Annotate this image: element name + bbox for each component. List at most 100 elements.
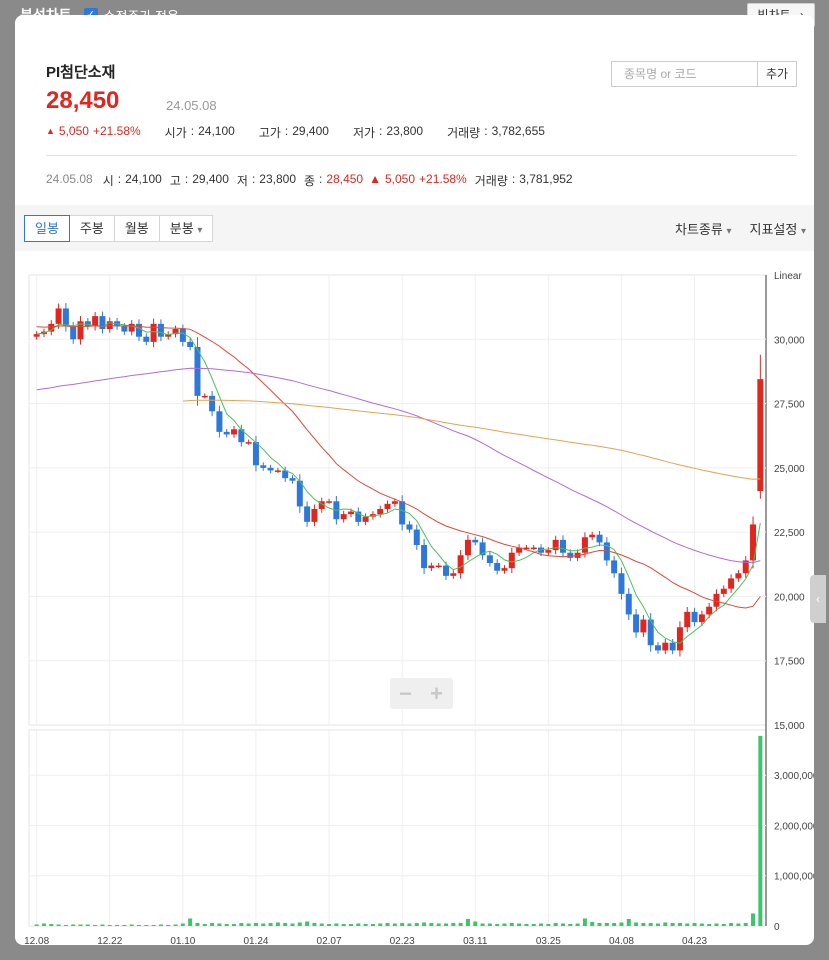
- x-tick-label: 04.08: [609, 936, 634, 945]
- candle-body: [625, 593, 632, 615]
- volume-bar: [575, 923, 580, 926]
- candle-body: [443, 565, 450, 576]
- bar-change-percent: +21.58%: [419, 172, 467, 186]
- volume-bar: [414, 922, 419, 926]
- volume-bar: [312, 922, 317, 926]
- bar-close: 28,450: [326, 172, 364, 186]
- x-tick-label: 02.07: [317, 936, 342, 945]
- volume-bar: [224, 923, 229, 926]
- volume-bar: [400, 922, 405, 926]
- side-panel-handle[interactable]: ‹: [810, 575, 826, 623]
- candle-body: [274, 470, 281, 472]
- volume-bar: [173, 924, 178, 926]
- volume-bar: [436, 923, 441, 926]
- candle-body: [194, 347, 201, 396]
- open-label: 시가: [164, 126, 187, 140]
- candle-body: [640, 619, 647, 633]
- zoom-control: − +: [390, 678, 453, 709]
- candle-body: [435, 565, 442, 568]
- volume-bar: [232, 923, 237, 926]
- candle-body: [187, 341, 194, 347]
- candle-body: [260, 465, 267, 468]
- indicator-settings-label: 지표설정: [749, 222, 798, 237]
- period-tabs: 일봉 주봉 월봉 분봉 ▾: [24, 215, 214, 242]
- candle-body: [457, 555, 464, 574]
- candle-body: [347, 511, 354, 515]
- chart-card: PI첨단소재 28,450 24.05.08 종목명 or 코드 추가 ▲ 5,…: [15, 15, 814, 945]
- volume-tick-label: 0: [774, 922, 780, 933]
- volume-bar: [758, 735, 763, 926]
- volume-bar: [531, 923, 536, 926]
- chevron-down-icon: ▾: [197, 225, 203, 236]
- zoom-out-button[interactable]: −: [390, 678, 421, 709]
- candle-body: [377, 509, 384, 515]
- volume-tick-label: 2,000,000: [774, 821, 814, 832]
- candle-body: [150, 323, 157, 342]
- tab-monthly[interactable]: 월봉: [113, 215, 160, 242]
- volume-bar: [619, 922, 624, 926]
- low-value: 23,800: [386, 124, 424, 138]
- volume-bar: [144, 924, 149, 926]
- candle-body: [223, 431, 230, 435]
- candle-body: [143, 336, 150, 342]
- tab-weekly[interactable]: 주봉: [68, 215, 115, 242]
- chart-type-dropdown[interactable]: 차트종류 ▾: [675, 219, 732, 238]
- toolbar-right: 차트종류 ▾ 지표설정 ▾: [675, 219, 806, 238]
- price-tick-label: 27,500: [774, 400, 805, 411]
- volume-bar: [736, 923, 741, 926]
- volume-bar: [407, 923, 412, 926]
- candle-body: [428, 565, 435, 569]
- candle-body: [311, 509, 318, 522]
- scale-label: Linear: [774, 271, 802, 282]
- bar-low: 23,800: [259, 172, 296, 186]
- candle-body: [55, 308, 62, 324]
- volume-bar: [429, 922, 434, 926]
- volume-bar: [670, 922, 675, 926]
- volume-bar: [348, 923, 353, 926]
- bar-high: 29,400: [192, 172, 229, 186]
- volume-bar: [210, 922, 215, 926]
- candle-body: [757, 379, 764, 491]
- candle-body: [304, 506, 311, 522]
- volume-bar: [473, 921, 478, 926]
- candle-body: [362, 516, 369, 522]
- volume-bar: [685, 923, 690, 926]
- candle-body: [472, 539, 479, 543]
- candle-body: [581, 537, 588, 553]
- price-tick-label: 25,000: [774, 464, 805, 475]
- x-tick-label: 12.08: [24, 936, 49, 945]
- volume-bar: [239, 922, 244, 926]
- volume-bar: [677, 922, 682, 926]
- search-input[interactable]: 종목명 or 코드: [611, 61, 758, 87]
- chart-area[interactable]: 30,000 27,500 25,000 22,500 20,000 17,500 15,0…: [15, 251, 814, 945]
- candle-body: [384, 503, 391, 509]
- x-tick-label: 04.23: [682, 936, 707, 945]
- chevron-down-icon: ▾: [800, 226, 806, 237]
- candle-body: [245, 442, 252, 444]
- volume-bar: [465, 918, 470, 926]
- indicator-settings-dropdown[interactable]: 지표설정 ▾: [750, 219, 807, 238]
- volume-value: 3,782,655: [491, 124, 545, 138]
- volume-bar: [714, 923, 719, 926]
- candle-body: [633, 614, 640, 633]
- add-button[interactable]: 추가: [758, 61, 797, 87]
- zoom-in-button[interactable]: +: [421, 678, 452, 709]
- candle-body: [618, 573, 625, 594]
- open-value: 24,100: [198, 124, 235, 138]
- volume-bar: [743, 922, 748, 926]
- volume-bar: [56, 924, 61, 926]
- volume-bar: [721, 923, 726, 926]
- volume-bar: [648, 922, 653, 926]
- candle-body: [157, 323, 164, 337]
- volume-bar: [729, 922, 734, 926]
- tab-daily[interactable]: 일봉: [24, 215, 70, 242]
- price-tick-label: 30,000: [774, 335, 805, 346]
- volume-bar: [517, 923, 522, 926]
- volume-bar: [63, 924, 68, 926]
- tab-minute[interactable]: 분봉 ▾: [158, 215, 214, 242]
- low-label: 저가: [352, 126, 376, 140]
- volume-bar: [612, 922, 617, 926]
- candlestick-chart[interactable]: 30,000 27,500 25,000 22,500 20,000 17,500 15,0…: [15, 251, 814, 945]
- candle-body: [92, 316, 99, 327]
- candle-body: [99, 316, 106, 329]
